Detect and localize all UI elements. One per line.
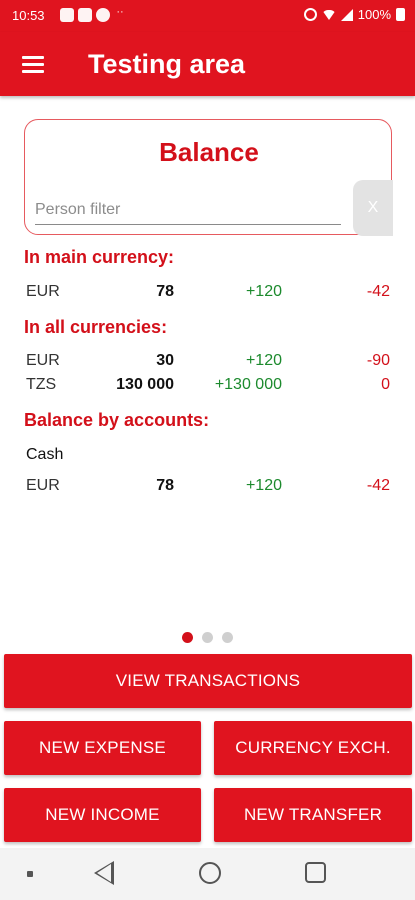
recents-icon[interactable] [305,862,326,883]
currency-code: EUR [26,352,60,369]
back-icon[interactable] [94,861,114,885]
currency-code: EUR [26,283,60,300]
balance-card: Balance X [24,119,393,236]
all-currencies-header: In all currencies: [24,317,168,337]
page-indicator [0,632,415,643]
more-icon: ·· [116,6,124,18]
page-dot-2[interactable] [202,632,213,643]
new-transfer-button[interactable]: NEW TRANSFER [214,788,412,842]
signal-icon [340,8,353,21]
person-filter-input[interactable] [35,195,341,225]
all-currencies-row: EUR 30 +120 -90 [26,352,390,374]
all-currencies-row: TZS 130 000 +130 000 0 [26,376,390,398]
new-expense-button[interactable]: NEW EXPENSE [4,721,201,775]
currency-code: EUR [26,477,60,494]
expense-amount: -42 [366,283,390,300]
home-icon[interactable] [199,862,221,884]
status-time: 10:53 [12,8,45,23]
nav-dot-icon [27,871,33,877]
balance-title: Balance [159,137,259,167]
income-amount: +120 [245,352,282,369]
page-dot-1[interactable] [182,632,193,643]
account-name: Cash [26,446,64,463]
income-amount: +120 [245,477,282,494]
income-amount: +130 000 [214,376,282,393]
expense-amount: -42 [366,477,390,494]
balance-amount: 30 [156,352,174,369]
expense-amount: 0 [381,376,390,393]
page-title: Testing area [88,49,246,79]
messages-icon [60,8,74,22]
main-currency-row: EUR 78 +120 -42 [26,283,390,305]
currency-code: TZS [26,376,57,393]
youtube-icon [78,8,92,22]
page-dot-3[interactable] [222,632,233,643]
system-nav-bar [0,848,415,900]
clear-filter-button[interactable]: X [353,180,393,236]
balance-amount: 130 000 [116,376,174,393]
wifi-icon [321,9,336,20]
battery-level: 100% [357,7,391,22]
view-transactions-button[interactable]: VIEW TRANSACTIONS [4,654,412,708]
income-amount: +120 [245,283,282,300]
main-currency-header: In main currency: [24,247,175,267]
alarm-icon [303,8,317,21]
by-accounts-header: Balance by accounts: [24,410,210,430]
app-bar: Testing area [0,32,415,96]
account-row: EUR 78 +120 -42 [26,477,390,499]
status-right: 100% [303,7,405,22]
menu-icon[interactable] [22,56,44,73]
expense-amount: -90 [366,352,390,369]
balance-amount: 78 [156,477,174,494]
new-income-button[interactable]: NEW INCOME [4,788,201,842]
app-icon [96,8,110,22]
status-bar: 10:53 ·· 100% [0,0,415,32]
currency-exchange-button[interactable]: CURRENCY EXCH. [214,721,412,775]
notification-icons: ·· [60,6,126,22]
balance-amount: 78 [156,283,174,300]
battery-icon [396,8,405,21]
